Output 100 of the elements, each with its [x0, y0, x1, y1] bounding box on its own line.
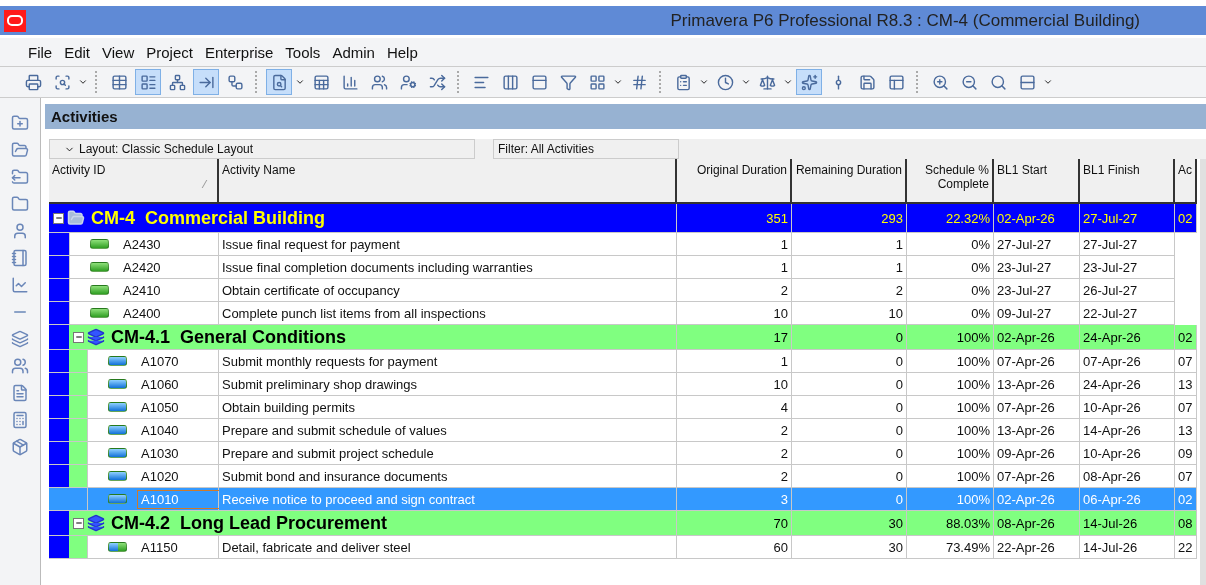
- activity-row[interactable]: A1030: [49, 442, 219, 465]
- table-cell: 22-Apr-26: [994, 536, 1080, 559]
- wbs-row-title[interactable]: CM-4.2 Long Lead Procurement: [49, 511, 677, 536]
- line-chart-icon[interactable]: [11, 276, 29, 294]
- activity-row[interactable]: A1050: [49, 396, 219, 419]
- table-cell: 0%: [907, 279, 994, 302]
- menu-item[interactable]: Admin: [332, 43, 375, 61]
- menu-item[interactable]: View: [102, 43, 135, 61]
- collapse-icon[interactable]: [53, 212, 64, 224]
- app-logo-icon: [4, 9, 26, 32]
- wbs-row-title[interactable]: CM-4 Commercial Building: [49, 204, 677, 233]
- column-header[interactable]: Ac: [1175, 159, 1197, 204]
- table-cell: 07-Apr-26: [994, 465, 1080, 488]
- table-cell: 02-Apr-26: [994, 204, 1080, 233]
- toolbar-button[interactable]: [266, 69, 292, 95]
- table-cell: 10: [792, 302, 907, 325]
- table-cell: 88.03%: [907, 511, 994, 536]
- toolbar-button[interactable]: [193, 69, 219, 95]
- wbs-row-title[interactable]: CM-4.1 General Conditions: [49, 325, 677, 350]
- menu-item[interactable]: Project: [146, 43, 193, 61]
- dropdown-caret-icon[interactable]: [783, 77, 793, 87]
- table-cell: Prepare and submit schedule of values: [219, 419, 677, 442]
- activity-row[interactable]: A1150: [49, 536, 219, 559]
- folder-open-icon[interactable]: [11, 141, 29, 159]
- menu-item[interactable]: Enterprise: [204, 43, 274, 61]
- folder-icon: [67, 209, 85, 227]
- dropdown-caret-icon[interactable]: [741, 77, 751, 87]
- table-cell: 13-Apr-26: [994, 419, 1080, 442]
- table-cell: 100%: [907, 488, 994, 511]
- activity-row[interactable]: A1070: [49, 350, 219, 373]
- layout-dropdown[interactable]: Layout: Classic Schedule Layout: [49, 139, 475, 159]
- dropdown-caret-icon[interactable]: [613, 77, 623, 87]
- table-cell: 2: [677, 279, 792, 302]
- table-cell: Receive notice to proceed and sign contract: [219, 488, 677, 511]
- wbs-band: [49, 302, 69, 324]
- calculator-icon[interactable]: [11, 411, 29, 429]
- table-cell: 02: [1175, 204, 1197, 233]
- column-header[interactable]: Remaining Duration: [792, 159, 907, 204]
- activity-row[interactable]: A1040: [49, 419, 219, 442]
- activity-row[interactable]: A2430: [49, 233, 219, 256]
- table-cell: 1: [677, 256, 792, 279]
- collapse-icon[interactable]: [73, 331, 84, 343]
- wbs-band: [49, 373, 69, 395]
- box-icon[interactable]: [11, 438, 29, 456]
- scrollbar[interactable]: [1200, 159, 1206, 585]
- table-cell: 100%: [907, 325, 994, 350]
- users-icon[interactable]: [11, 357, 29, 375]
- table-cell: Issue final completion documents including warranties: [219, 256, 677, 279]
- column-header[interactable]: Activity ID: [49, 159, 219, 204]
- column-header[interactable]: Original Duration: [677, 159, 792, 204]
- table-cell: 0: [792, 373, 907, 396]
- layers-icon[interactable]: [11, 330, 29, 348]
- activity-row[interactable]: A2400: [49, 302, 219, 325]
- table-cell: 10: [677, 373, 792, 396]
- folder-icon[interactable]: [11, 195, 29, 213]
- dropdown-caret-icon[interactable]: [295, 77, 305, 87]
- column-header[interactable]: Activity Name: [219, 159, 677, 204]
- activity-row[interactable]: A1060: [49, 373, 219, 396]
- document-icon[interactable]: [11, 384, 29, 402]
- dropdown-caret-icon[interactable]: [78, 77, 88, 87]
- activity-row[interactable]: A2420: [49, 256, 219, 279]
- activity-row[interactable]: A2410: [49, 279, 219, 302]
- table-cell: 13: [1175, 419, 1197, 442]
- person-icon[interactable]: [11, 222, 29, 240]
- table-cell: 14-Jul-26: [1080, 536, 1175, 559]
- wbs-band: [49, 419, 69, 441]
- wbs-band: [49, 233, 69, 255]
- search-icon: [989, 73, 1007, 91]
- table-cell: 293: [792, 204, 907, 233]
- table-cell: 23-Jul-27: [1080, 256, 1175, 279]
- menu-item[interactable]: Help: [386, 43, 418, 61]
- save-icon: [858, 73, 876, 91]
- table-cell: 08: [1175, 511, 1197, 536]
- dropdown-caret-icon[interactable]: [699, 77, 709, 87]
- printer-icon: [24, 73, 42, 91]
- table-cell: 351: [677, 204, 792, 233]
- filter-label[interactable]: Filter: All Activities: [493, 139, 679, 159]
- wbs-band: [69, 465, 87, 487]
- table-cell: Obtain certificate of occupancy: [219, 279, 677, 302]
- column-header[interactable]: Schedule % Complete: [907, 159, 994, 204]
- toolbar-button[interactable]: [135, 69, 161, 95]
- table-cell: 22-Jul-27: [1080, 302, 1175, 325]
- menu-item[interactable]: Edit: [64, 43, 91, 61]
- table-cell: 100%: [907, 442, 994, 465]
- column-header[interactable]: BL1 Start: [994, 159, 1080, 204]
- notebook-icon[interactable]: [11, 249, 29, 267]
- dropdown-caret-icon[interactable]: [1043, 77, 1053, 87]
- folder-plus-icon[interactable]: [11, 114, 29, 132]
- folder-arrow-icon[interactable]: [11, 168, 29, 186]
- wbs-band: [69, 373, 87, 395]
- wbs-title: CM-4.1 General Conditions: [111, 326, 347, 348]
- table-cell: Obtain building permits: [219, 396, 677, 419]
- toolbar-button[interactable]: [796, 69, 822, 95]
- menu-item[interactable]: Tools: [285, 43, 321, 61]
- collapse-icon[interactable]: [73, 517, 84, 529]
- menu-item[interactable]: File: [28, 43, 53, 61]
- activity-row[interactable]: A1020: [49, 465, 219, 488]
- table-cell: 23-Jul-27: [994, 256, 1080, 279]
- table-cell: 10: [677, 302, 792, 325]
- column-header[interactable]: BL1 Finish: [1080, 159, 1175, 204]
